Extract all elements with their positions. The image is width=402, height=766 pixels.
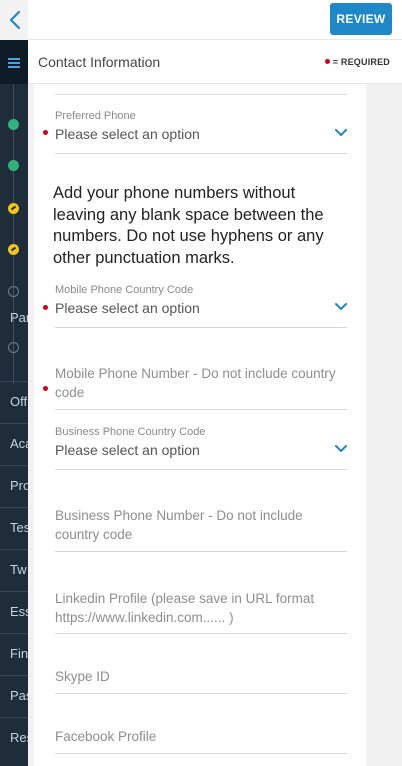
input-placeholder: Mobile Phone Number - Do not include cou… xyxy=(55,366,336,400)
page-title: Contact Information xyxy=(38,54,161,70)
input-placeholder: Skype ID xyxy=(55,669,110,684)
step-complete-icon[interactable] xyxy=(8,160,19,171)
field-label: Mobile Phone Country Code xyxy=(55,284,194,296)
required-dot-icon xyxy=(43,305,48,310)
step-empty-icon[interactable] xyxy=(8,286,19,297)
select-value: Please select an option xyxy=(55,442,200,458)
skype-input[interactable]: Skype ID xyxy=(55,634,347,694)
sidebar-item-pro[interactable]: Pro xyxy=(0,465,28,505)
sidebar-item-tw[interactable]: Tw xyxy=(0,549,28,589)
select-value: Please select an option xyxy=(55,300,200,316)
step-complete-icon[interactable] xyxy=(8,119,19,130)
preferred-phone-select[interactable]: Preferred Phone Please select an option xyxy=(43,106,347,154)
sidebar-item-fin[interactable]: Fin xyxy=(0,633,28,673)
select-value: Please select an option xyxy=(55,126,200,142)
sidebar-item-par[interactable]: Par xyxy=(0,298,28,338)
sidebar-menu-band xyxy=(0,40,28,84)
field-label: Business Phone Country Code xyxy=(55,426,206,438)
business-number-input[interactable]: Business Phone Number - Do not include c… xyxy=(55,470,347,552)
field-label: Preferred Phone xyxy=(55,110,136,122)
back-button[interactable] xyxy=(0,0,28,40)
input-placeholder: Facebook Profile xyxy=(55,729,157,744)
sidebar-item-tes[interactable]: Tes xyxy=(0,507,28,547)
linkedin-input[interactable]: Linkedin Profile (please save in URL for… xyxy=(55,552,347,634)
step-in-progress-icon[interactable] xyxy=(8,203,19,214)
divider xyxy=(55,94,347,95)
top-bar: REVIEW xyxy=(0,0,402,40)
sidebar: Par Off Aca Pro Tes Tw Ess Fin Pas Res xyxy=(0,40,28,766)
input-placeholder: Linkedin Profile (please save in URL for… xyxy=(55,591,315,625)
sidebar-item-aca[interactable]: Aca xyxy=(0,423,28,463)
required-dot-icon xyxy=(43,386,48,391)
phone-instruction-text: Add your phone numbers without leaving a… xyxy=(53,184,324,267)
sidebar-item-res[interactable]: Res xyxy=(0,717,28,757)
sidebar-item-pas[interactable]: Pas xyxy=(0,675,28,715)
chevron-down-icon xyxy=(335,445,347,452)
required-dot-icon xyxy=(324,59,330,64)
business-country-code-select[interactable]: Business Phone Country Code Please selec… xyxy=(55,422,347,470)
chevron-down-icon xyxy=(335,129,347,136)
required-legend: = REQUIRED xyxy=(324,57,390,67)
review-button[interactable]: REVIEW xyxy=(330,3,392,35)
chevron-down-icon xyxy=(335,303,347,310)
section-header: Contact Information = REQUIRED xyxy=(28,40,402,84)
chevron-left-icon xyxy=(9,10,21,30)
mobile-country-code-select[interactable]: Mobile Phone Country Code Please select … xyxy=(43,280,347,328)
required-dot-icon xyxy=(43,130,48,135)
mobile-number-input[interactable]: Mobile Phone Number - Do not include cou… xyxy=(43,328,347,410)
step-in-progress-icon[interactable] xyxy=(8,244,19,255)
step-empty-icon[interactable] xyxy=(8,342,19,353)
required-legend-text: = REQUIRED xyxy=(332,57,390,67)
sidebar-item-off[interactable]: Off xyxy=(0,381,28,421)
hamburger-menu-icon[interactable] xyxy=(8,58,20,68)
facebook-input[interactable]: Facebook Profile xyxy=(55,694,347,754)
input-placeholder: Business Phone Number - Do not include c… xyxy=(55,508,303,542)
sidebar-item-ess[interactable]: Ess xyxy=(0,591,28,631)
